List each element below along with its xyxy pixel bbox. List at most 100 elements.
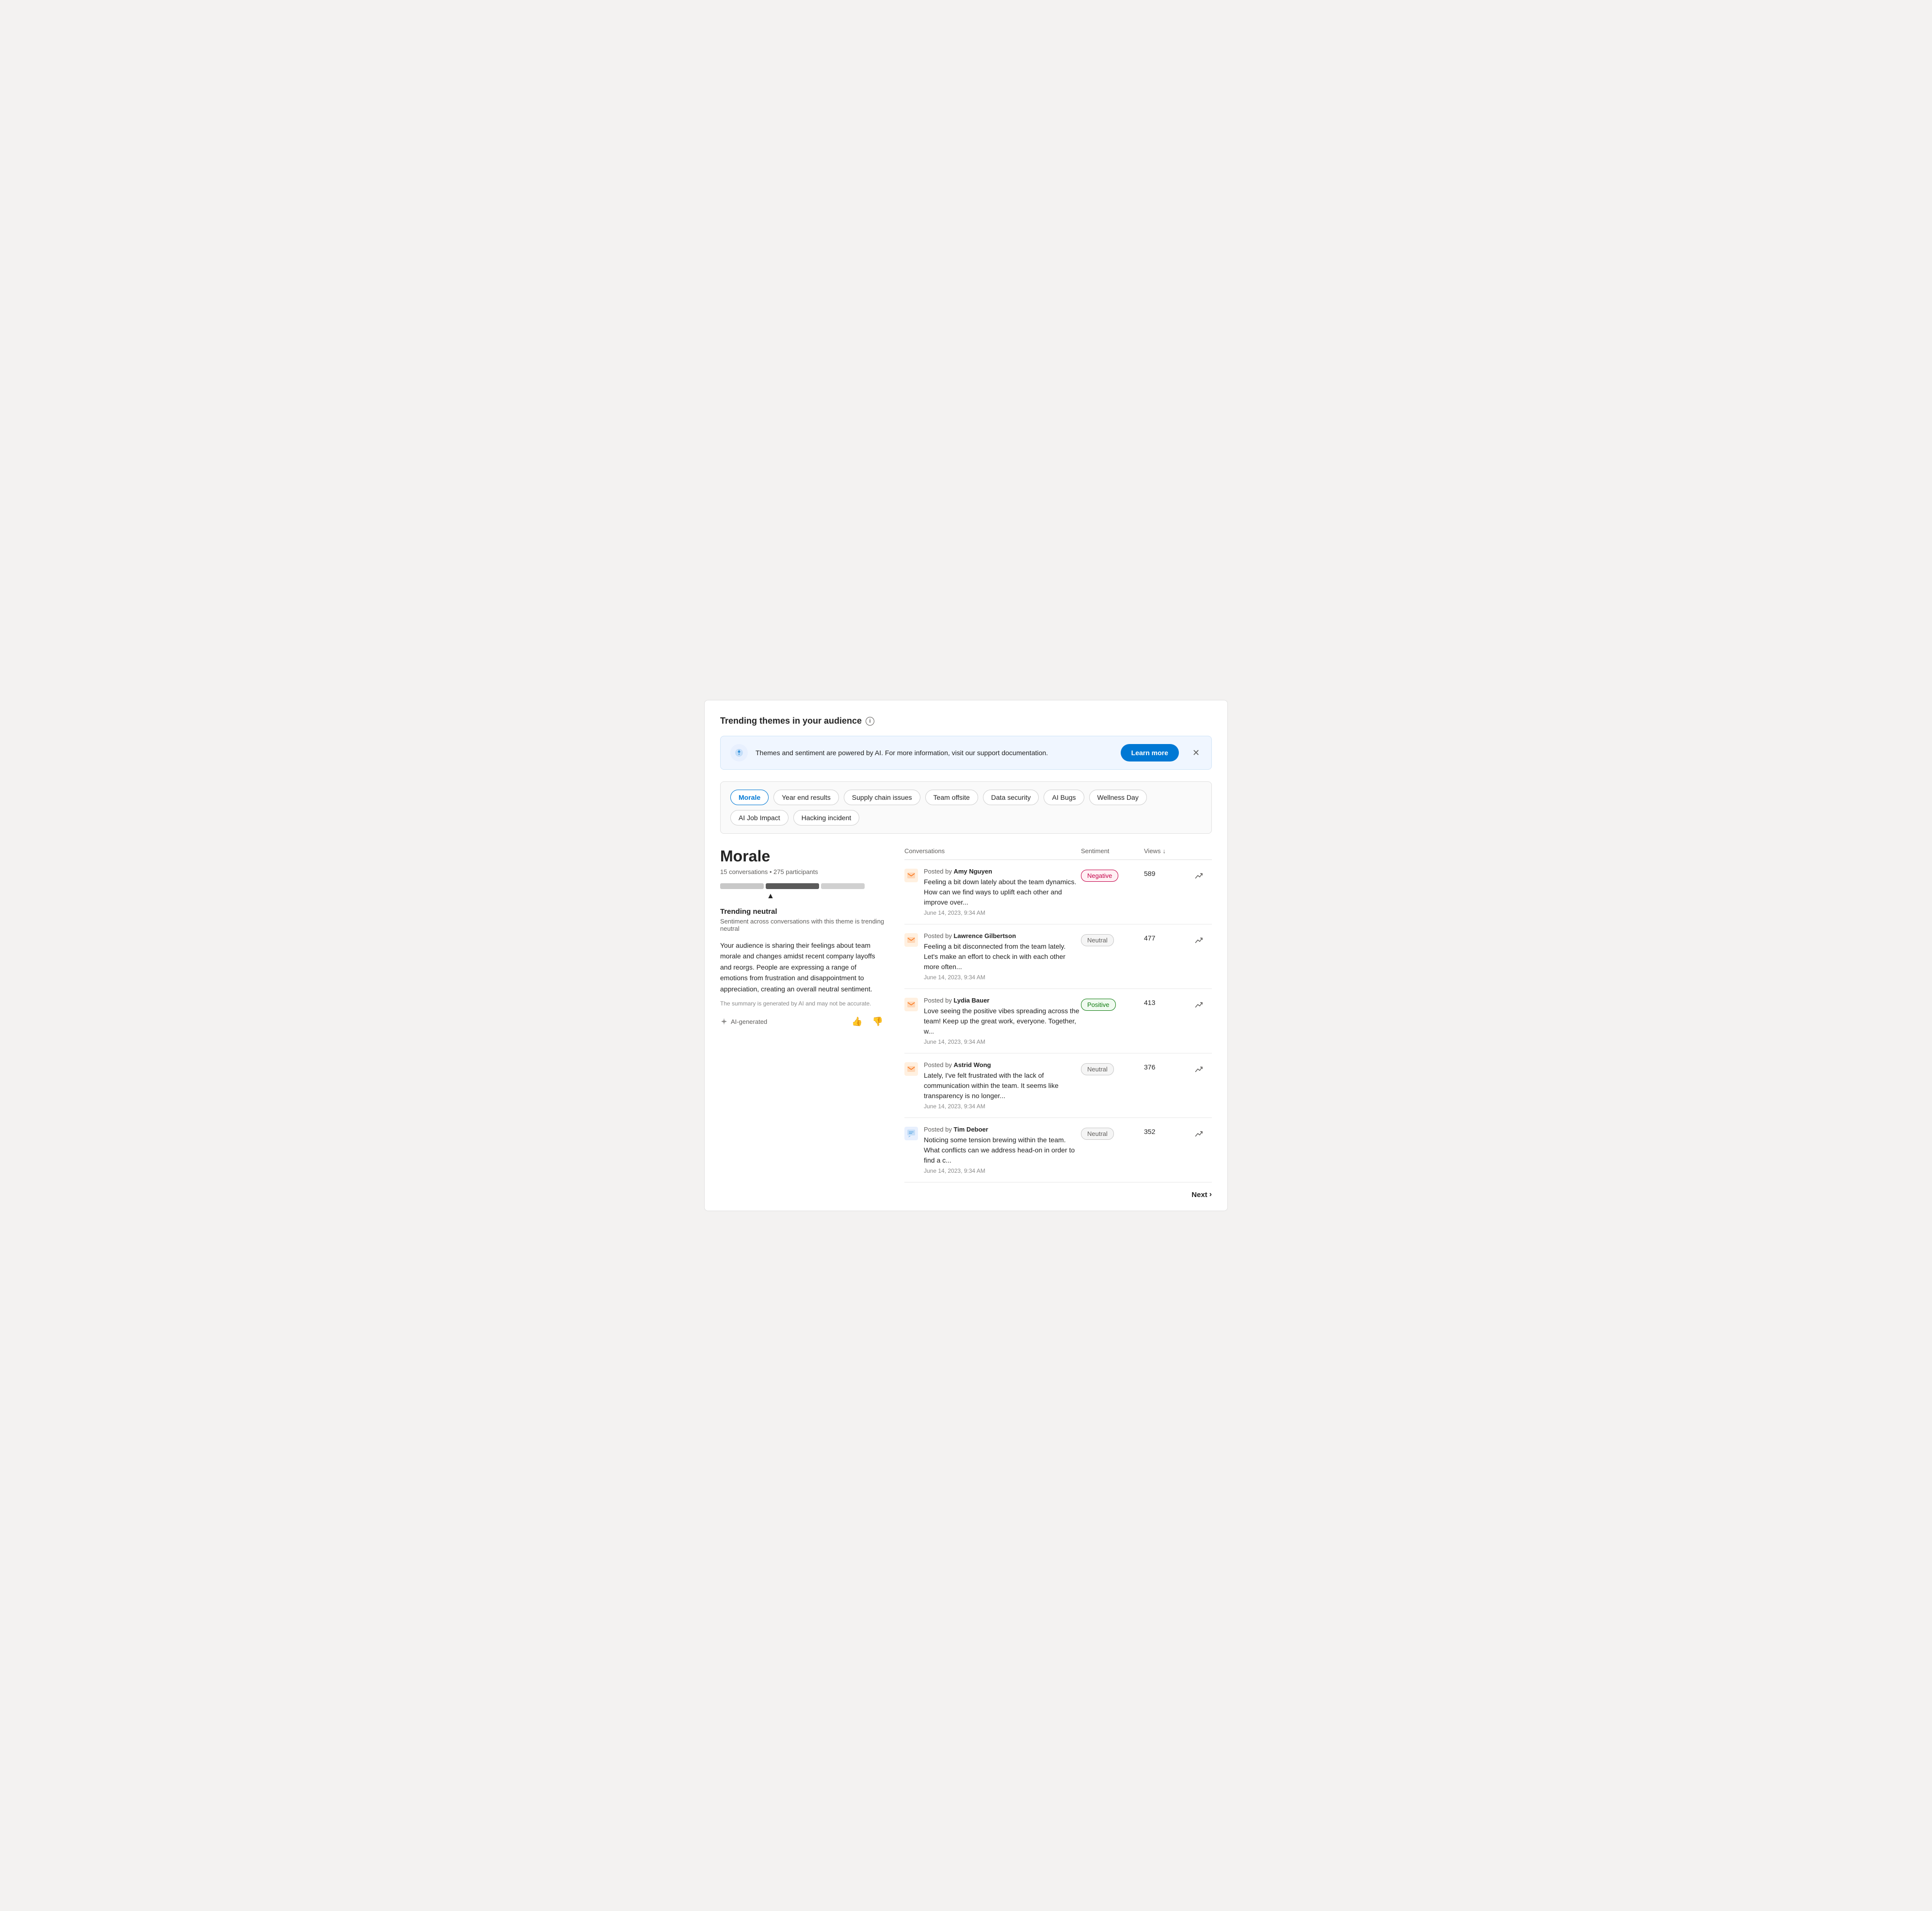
conv-sentiment: Neutral xyxy=(1081,932,1144,946)
sentiment-badge: Neutral xyxy=(1081,1063,1114,1075)
conv-author: Tim Deboer xyxy=(953,1126,988,1133)
conv-text: Noticing some tension brewing within the… xyxy=(924,1135,1081,1166)
bar-indicator: ▲ xyxy=(720,892,885,901)
trend-button[interactable] xyxy=(1192,1128,1205,1143)
themes-row: Morale Year end results Supply chain issue… xyxy=(720,781,1212,834)
table-header: Conversations Sentiment Views ↓ xyxy=(904,847,1212,860)
sentiment-badge: Neutral xyxy=(1081,1128,1114,1140)
bar-negative xyxy=(720,883,764,889)
conv-icon xyxy=(904,869,918,882)
trend-button[interactable] xyxy=(1192,870,1205,885)
conv-text: Feeling a bit disconnected from the team… xyxy=(924,941,1081,972)
conv-author: Lydia Bauer xyxy=(953,997,989,1004)
theme-chip-wellness-day[interactable]: Wellness Day xyxy=(1089,790,1147,805)
info-icon[interactable]: i xyxy=(866,717,874,726)
conv-sentiment: Neutral xyxy=(1081,1061,1144,1075)
bar-neutral xyxy=(766,883,819,889)
table-row: Posted by Amy Nguyen Feeling a bit down … xyxy=(904,860,1212,924)
close-banner-button[interactable]: ✕ xyxy=(1191,746,1202,760)
chevron-right-icon: › xyxy=(1209,1190,1212,1199)
theme-chip-hacking-incident[interactable]: Hacking incident xyxy=(793,810,860,826)
main-container: Trending themes in your audience i Theme… xyxy=(704,700,1228,1211)
conv-actions xyxy=(1192,1061,1212,1078)
conv-icon xyxy=(904,998,918,1011)
conv-icon xyxy=(904,933,918,947)
sentiment-bar xyxy=(720,883,885,889)
conv-left: Posted by Lydia Bauer Love seeing the po… xyxy=(904,997,1081,1045)
conv-left: Posted by Lawrence Gilbertson Feeling a … xyxy=(904,932,1081,981)
conv-views: 477 xyxy=(1144,934,1192,942)
ai-generated-badge: AI-generated xyxy=(720,1018,767,1025)
thumbs-up-button[interactable]: 👍 xyxy=(850,1015,864,1029)
ai-footer: AI-generated 👍 👎 xyxy=(720,1015,885,1029)
ai-banner: Themes and sentiment are powered by AI. … xyxy=(720,736,1212,770)
next-button[interactable]: Next › xyxy=(1191,1190,1212,1199)
trend-button[interactable] xyxy=(1192,999,1205,1014)
conv-views: 589 xyxy=(1144,870,1192,877)
theme-chip-morale[interactable]: Morale xyxy=(730,790,769,805)
conv-actions xyxy=(1192,868,1212,885)
trending-label: Trending neutral xyxy=(720,907,885,916)
trend-button[interactable] xyxy=(1192,934,1205,949)
theme-name: Morale xyxy=(720,847,885,865)
conv-text: Feeling a bit down lately about the team… xyxy=(924,877,1081,907)
conv-body: Posted by Tim Deboer Noticing some tensi… xyxy=(924,1126,1081,1174)
table-row: Posted by Lydia Bauer Love seeing the po… xyxy=(904,989,1212,1053)
conv-body: Posted by Amy Nguyen Feeling a bit down … xyxy=(924,868,1081,916)
conv-date: June 14, 2023, 9:34 AM xyxy=(924,1103,1081,1110)
header-conversations: Conversations xyxy=(904,847,1081,855)
header-actions xyxy=(1192,847,1212,855)
theme-description: Your audience is sharing their feelings … xyxy=(720,940,885,994)
conv-poster: Posted by Lawrence Gilbertson xyxy=(924,932,1081,939)
theme-chip-supply-chain[interactable]: Supply chain issues xyxy=(844,790,920,805)
conv-poster: Posted by Lydia Bauer xyxy=(924,997,1081,1004)
trending-sub: Sentiment across conversations with this… xyxy=(720,918,885,932)
table-row: Posted by Astrid Wong Lately, I've felt … xyxy=(904,1053,1212,1118)
conv-left: Posted by Amy Nguyen Feeling a bit down … xyxy=(904,868,1081,916)
conv-left: Posted by Tim Deboer Noticing some tensi… xyxy=(904,1126,1081,1174)
bar-positive xyxy=(821,883,865,889)
sentiment-badge: Negative xyxy=(1081,870,1118,882)
conv-actions xyxy=(1192,932,1212,949)
conv-icon xyxy=(904,1062,918,1076)
conv-icon xyxy=(904,1127,918,1140)
theme-chip-year-end[interactable]: Year end results xyxy=(773,790,839,805)
conv-date: June 14, 2023, 9:34 AM xyxy=(924,909,1081,916)
theme-chip-ai-job-impact[interactable]: AI Job Impact xyxy=(730,810,789,826)
header-views[interactable]: Views ↓ xyxy=(1144,847,1192,855)
conv-author: Amy Nguyen xyxy=(953,868,992,875)
learn-more-button[interactable]: Learn more xyxy=(1121,744,1179,761)
conv-poster: Posted by Amy Nguyen xyxy=(924,868,1081,875)
trend-button[interactable] xyxy=(1192,1063,1205,1078)
conv-text: Lately, I've felt frustrated with the la… xyxy=(924,1070,1081,1101)
conv-date: June 14, 2023, 9:34 AM xyxy=(924,1167,1081,1174)
conv-author: Lawrence Gilbertson xyxy=(953,932,1016,939)
conv-sentiment: Positive xyxy=(1081,997,1144,1011)
conv-views: 376 xyxy=(1144,1063,1192,1071)
conv-views: 352 xyxy=(1144,1128,1192,1135)
theme-chip-team-offsite[interactable]: Team offsite xyxy=(925,790,978,805)
right-panel: Conversations Sentiment Views ↓ Posted b… xyxy=(904,847,1212,1199)
ai-banner-text: Themes and sentiment are powered by AI. … xyxy=(756,749,1113,757)
ai-sparkle-icon xyxy=(720,1018,728,1025)
conv-body: Posted by Lawrence Gilbertson Feeling a … xyxy=(924,932,1081,981)
conv-date: June 14, 2023, 9:34 AM xyxy=(924,974,1081,981)
conv-actions xyxy=(1192,1126,1212,1143)
sentiment-badge: Positive xyxy=(1081,999,1116,1011)
main-content: Morale 15 conversations • 275 participan… xyxy=(720,847,1212,1199)
table-row: Posted by Lawrence Gilbertson Feeling a … xyxy=(904,924,1212,989)
page-title: Trending themes in your audience xyxy=(720,716,862,726)
theme-chip-data-security[interactable]: Data security xyxy=(983,790,1039,805)
pagination: Next › xyxy=(904,1190,1212,1199)
ai-banner-icon xyxy=(730,744,748,761)
sentiment-badge: Neutral xyxy=(1081,934,1114,946)
conv-author: Astrid Wong xyxy=(953,1061,991,1069)
theme-stats: 15 conversations • 275 participants xyxy=(720,868,885,875)
conv-left: Posted by Astrid Wong Lately, I've felt … xyxy=(904,1061,1081,1110)
thumbs-down-button[interactable]: 👎 xyxy=(870,1015,885,1029)
conv-date: June 14, 2023, 9:34 AM xyxy=(924,1038,1081,1045)
header-sentiment: Sentiment xyxy=(1081,847,1144,855)
left-panel: Morale 15 conversations • 275 participan… xyxy=(720,847,885,1199)
theme-chip-ai-bugs[interactable]: AI Bugs xyxy=(1044,790,1084,805)
conv-actions xyxy=(1192,997,1212,1014)
